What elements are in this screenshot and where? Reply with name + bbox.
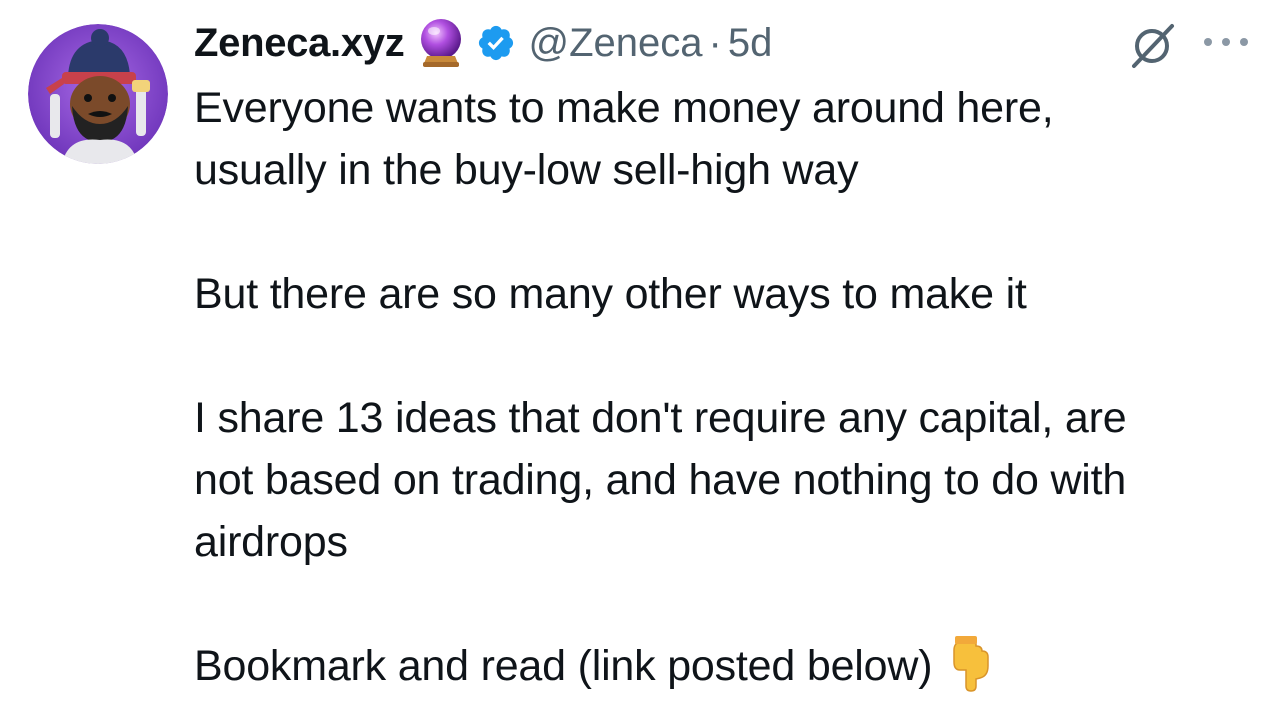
pointing-down-icon [946, 636, 992, 692]
text-line: Bookmark and read (link posted below) [194, 642, 933, 690]
verified-badge-icon[interactable] [476, 23, 516, 63]
text-line: not based on trading, and have nothing t… [194, 456, 1127, 504]
text-line: Everyone wants to make money around here… [194, 84, 1054, 132]
separator-dot: · [708, 20, 722, 65]
text-line: But there are so many other ways to make… [194, 270, 1027, 318]
text-line-last: Bookmark and read (link posted below) [194, 635, 1274, 697]
display-name[interactable]: Zeneca.xyz [194, 21, 405, 66]
text-line: airdrops [194, 518, 348, 566]
paragraph-break [194, 325, 1274, 387]
grok-icon[interactable] [1128, 20, 1178, 70]
tweet-header: Zeneca.xyz @Zeneca · 5d [194, 14, 772, 72]
paragraph-break [194, 573, 1274, 635]
text-line: usually in the buy-low sell-high way [194, 146, 859, 194]
tweet[interactable]: Zeneca.xyz @Zeneca · 5d Everyone wants t… [0, 0, 1284, 698]
timestamp[interactable]: 5d [728, 21, 773, 66]
more-options-icon[interactable] [1200, 32, 1252, 52]
avatar-illustration [28, 24, 168, 164]
crystal-ball-icon [418, 18, 464, 68]
handle[interactable]: @Zeneca [528, 21, 702, 66]
text-line: I share 13 ideas that don't require any … [194, 394, 1127, 442]
avatar[interactable] [28, 24, 168, 164]
paragraph-break [194, 201, 1274, 263]
tweet-text: Everyone wants to make money around here… [194, 77, 1274, 697]
